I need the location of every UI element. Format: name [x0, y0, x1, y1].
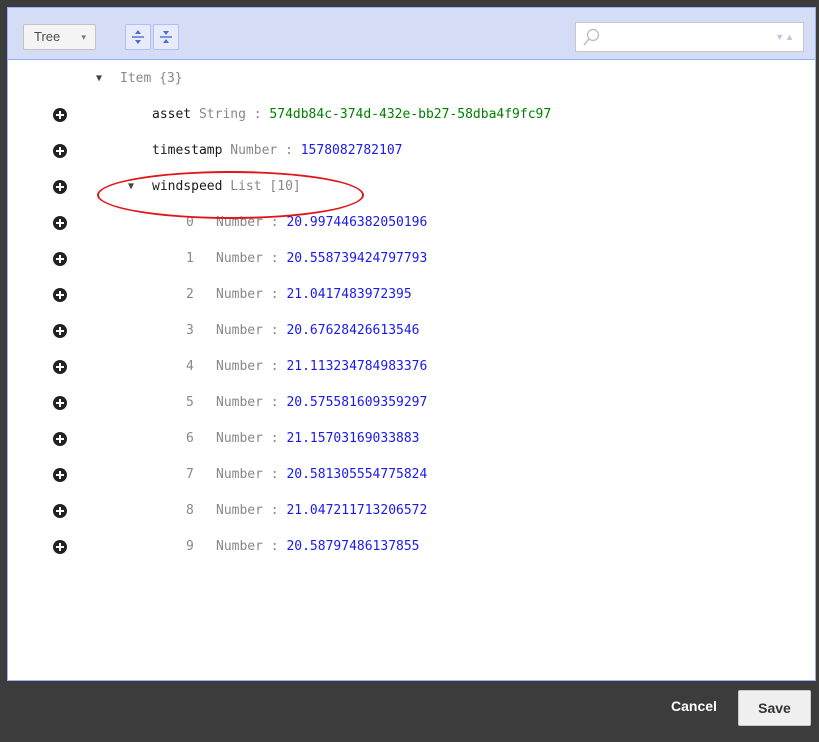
collapse-all-button[interactable] [153, 24, 179, 50]
list-index: 3 [186, 323, 194, 338]
windspeed-highlight-ring [97, 171, 364, 219]
expand-all-icon [132, 30, 144, 44]
field-name[interactable]: asset [152, 107, 191, 122]
field-separator: : [270, 539, 279, 554]
list-index: 6 [186, 431, 194, 446]
field-type: Number [216, 503, 263, 518]
field-type: Number [216, 323, 263, 338]
add-field-icon[interactable] [53, 360, 67, 374]
add-field-icon[interactable] [53, 216, 67, 230]
field-separator: : [270, 431, 279, 446]
field-value[interactable]: 20.67628426613546 [286, 323, 419, 338]
field-type: Number [216, 431, 263, 446]
add-field-icon[interactable] [53, 432, 67, 446]
field-value[interactable]: 1578082782107 [301, 143, 403, 158]
add-field-icon[interactable] [53, 144, 67, 158]
list-index: 9 [186, 539, 194, 554]
editor-toolbar: Tree ▾ ▼▲ [8, 8, 815, 60]
list-item: 3 Number : 20.67628426613546 [8, 313, 815, 349]
add-field-icon[interactable] [53, 108, 67, 122]
field-separator: : [253, 107, 262, 122]
field-separator: : [285, 143, 293, 158]
add-field-icon[interactable] [53, 396, 67, 410]
field-type: Number [216, 395, 263, 410]
tree-row-timestamp: timestamp Number : 1578082782107 [8, 133, 815, 169]
field-type: Number [230, 143, 278, 158]
search-nav-arrows[interactable]: ▼▲ [775, 32, 795, 42]
root-count: {3} [159, 71, 183, 86]
field-separator: : [270, 287, 279, 302]
search-input[interactable]: ▼▲ [575, 22, 804, 52]
list-item: 6 Number : 21.15703169033883 [8, 421, 815, 457]
add-field-icon[interactable] [53, 288, 67, 302]
field-type: Number [216, 287, 263, 302]
field-type: Number [216, 251, 263, 266]
list-index: 2 [186, 287, 194, 302]
field-separator: : [270, 251, 279, 266]
list-item: 7 Number : 20.581305554775824 [8, 457, 815, 493]
add-field-icon[interactable] [53, 468, 67, 482]
field-value[interactable]: 20.558739424797793 [286, 251, 427, 266]
field-separator: : [270, 359, 279, 374]
field-name[interactable]: timestamp [152, 143, 222, 158]
list-item: 5 Number : 20.575581609359297 [8, 385, 815, 421]
field-separator: : [270, 503, 279, 518]
field-value[interactable]: 21.047211713206572 [286, 503, 427, 518]
field-value[interactable]: 21.0417483972395 [286, 287, 411, 302]
field-type: Number [216, 359, 263, 374]
field-value[interactable]: 21.15703169033883 [286, 431, 419, 446]
dialog-frame: Tree ▾ ▼▲ ▼ Item {3} asset String: 574d… [0, 0, 819, 742]
root-label: Item [120, 71, 152, 86]
add-field-icon[interactable] [53, 324, 67, 338]
tree-row-asset: asset String : 574db84c-374d-432e-bb27-5… [8, 97, 815, 133]
field-type: String [198, 107, 246, 122]
list-item: 4 Number : 21.113234784983376 [8, 349, 815, 385]
field-value[interactable]: 20.575581609359297 [286, 395, 427, 410]
mode-dropdown[interactable]: Tree ▾ [23, 24, 96, 50]
add-field-icon[interactable] [53, 252, 67, 266]
list-index: 4 [186, 359, 194, 374]
list-index: 7 [186, 467, 194, 482]
list-index: 5 [186, 395, 194, 410]
field-type: Number [216, 539, 263, 554]
search-icon [583, 28, 600, 46]
field-separator: : [270, 467, 279, 482]
field-value[interactable]: 21.113234784983376 [286, 359, 427, 374]
add-field-icon[interactable] [53, 180, 67, 194]
save-button[interactable]: Save [738, 690, 811, 726]
expand-all-button[interactable] [125, 24, 151, 50]
expanded-triangle-icon[interactable]: ▼ [96, 73, 102, 84]
add-field-icon[interactable] [53, 540, 67, 554]
field-value[interactable]: 20.581305554775824 [286, 467, 427, 482]
field-value[interactable]: 20.997446382050196 [286, 215, 427, 230]
field-separator: : [270, 395, 279, 410]
chevron-down-icon: ▾ [81, 32, 86, 42]
list-item: 9 Number : 20.58797486137855 [8, 529, 815, 565]
collapse-all-icon [160, 31, 172, 43]
json-editor: Tree ▾ ▼▲ ▼ Item {3} asset String: 574d… [7, 7, 816, 681]
list-item: 2 Number : 21.0417483972395 [8, 277, 815, 313]
list-item: 8 Number : 21.047211713206572 [8, 493, 815, 529]
field-value[interactable]: 574db84c-374d-432e-bb27-58dba4f9fc97 [269, 107, 551, 122]
list-item: 1 Number : 20.558739424797793 [8, 241, 815, 277]
list-index: 1 [186, 251, 194, 266]
add-field-icon[interactable] [53, 504, 67, 518]
list-index: 8 [186, 503, 194, 518]
cancel-button[interactable]: Cancel [671, 698, 717, 714]
field-type: Number [216, 467, 263, 482]
field-value[interactable]: 20.58797486137855 [286, 539, 419, 554]
mode-label: Tree [34, 29, 61, 44]
tree-root-row: ▼ Item {3} [8, 61, 815, 97]
field-separator: : [270, 323, 279, 338]
